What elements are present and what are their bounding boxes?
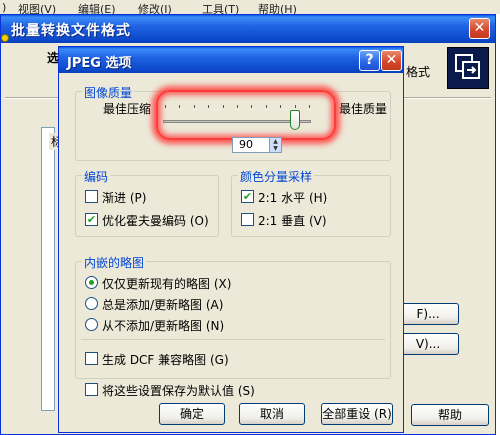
menu-item-partial[interactable]: ) xyxy=(2,1,6,14)
horizontal-2-1-checkbox[interactable]: ✔ xyxy=(241,190,254,203)
quality-spinbox[interactable]: 90 ▲ ▼ xyxy=(232,137,282,153)
close-icon[interactable]: ✕ xyxy=(469,18,490,39)
progressive-checkbox[interactable] xyxy=(85,190,98,203)
ok-button[interactable]: 确定 xyxy=(159,403,225,425)
close-icon[interactable]: ✕ xyxy=(381,50,402,71)
cancel-button[interactable]: 取消 xyxy=(239,403,305,425)
thumbnail-separator xyxy=(81,339,385,340)
quality-value: 90 xyxy=(239,138,253,151)
horizontal-2-1-label[interactable]: 2:1 水平 (H) xyxy=(258,189,327,206)
menu-item-view[interactable]: 视图(V) xyxy=(18,1,56,14)
thumbnail-label: 内嵌的略图 xyxy=(82,254,147,271)
chroma-label: 颜色分量采样 xyxy=(238,168,315,185)
menu-item-edit[interactable]: 编辑(E) xyxy=(78,1,116,14)
progressive-label[interactable]: 渐进 (P) xyxy=(102,189,146,206)
window-title: 批量转换文件格式 xyxy=(11,23,131,39)
help-icon[interactable]: ? xyxy=(359,50,380,71)
slider-highlight xyxy=(156,90,336,140)
always-add-radio[interactable] xyxy=(85,297,98,310)
huffman-checkbox[interactable]: ✔ xyxy=(85,213,98,226)
update-existing-label[interactable]: 仅仅更新现有的略图 (X) xyxy=(102,275,231,292)
app-menubar: ) 视图(V) 编辑(E) 修改(I) 工具(T) 帮助(H) xyxy=(0,0,500,14)
menu-item-help[interactable]: 帮助(H) xyxy=(258,1,297,14)
help-button[interactable]: 帮助 xyxy=(411,404,489,426)
image-quality-label: 图像质量 xyxy=(82,84,135,101)
dialog-title: JPEG 选项 xyxy=(67,56,132,71)
section-heading-right: 格式 xyxy=(406,65,431,79)
batch-convert-titlebar[interactable]: 批量转换文件格式 ✕ xyxy=(1,15,495,43)
menu-item-modify[interactable]: 修改(I) xyxy=(138,1,172,14)
encoding-label: 编码 xyxy=(82,168,111,185)
never-add-label[interactable]: 从不添加/更新略图 (N) xyxy=(102,317,224,334)
reset-all-button[interactable]: 全部重设 (R) xyxy=(321,403,393,425)
dcf-compatible-checkbox[interactable] xyxy=(85,352,98,365)
settings-button-f[interactable]: F)... xyxy=(397,303,459,325)
settings-button-v[interactable]: V)... xyxy=(397,333,459,355)
jpeg-options-dialog: JPEG 选项 ? ✕ 图像质量 最佳压缩 最佳质量 90 ▲ ▼ 编码 渐进 (… xyxy=(58,46,404,433)
save-defaults-checkbox[interactable] xyxy=(85,383,98,396)
slider-max-label: 最佳质量 xyxy=(339,102,388,116)
vertical-2-1-checkbox[interactable] xyxy=(241,213,254,226)
menu-item-tools[interactable]: 工具(T) xyxy=(202,1,239,14)
dcf-compatible-label[interactable]: 生成 DCF 兼容略图 (G) xyxy=(102,351,229,368)
file-list-panel[interactable] xyxy=(41,127,55,411)
always-add-label[interactable]: 总是添加/更新略图 (A) xyxy=(102,296,223,313)
spin-arrows-icon[interactable]: ▲ ▼ xyxy=(269,138,281,152)
never-add-radio[interactable] xyxy=(85,318,98,331)
convert-logo-icon xyxy=(447,47,489,89)
huffman-label[interactable]: 优化霍夫曼编码 (O) xyxy=(102,212,209,229)
update-existing-radio[interactable] xyxy=(85,276,98,289)
slider-min-label: 最佳压缩 xyxy=(103,102,152,116)
save-defaults-label[interactable]: 将这些设置保存为默认值 (S) xyxy=(102,382,255,399)
jpeg-options-titlebar[interactable]: JPEG 选项 ? ✕ xyxy=(59,47,403,73)
vertical-2-1-label[interactable]: 2:1 垂直 (V) xyxy=(258,212,327,229)
app-icon xyxy=(1,31,9,42)
